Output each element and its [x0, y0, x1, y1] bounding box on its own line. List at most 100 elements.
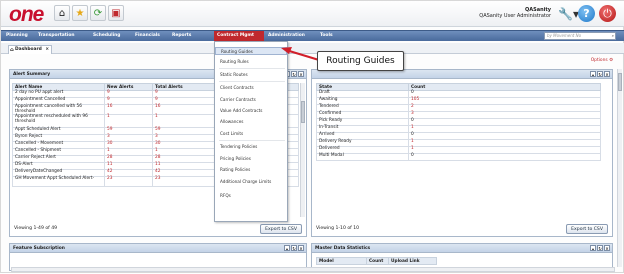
scrollbar-thumb[interactable] — [618, 73, 622, 91]
close-icon[interactable]: × — [604, 71, 610, 77]
horizontal-scrollbar[interactable] — [11, 267, 615, 272]
search-icon[interactable]: ⌕ — [612, 33, 614, 39]
tab-dashboard-label: Dashboard — [15, 47, 42, 52]
portlet-title: Alert Summary — [13, 72, 51, 77]
main-menu-bar: Planning Transportation Scheduling Finan… — [1, 30, 624, 41]
settings-wrench-icon[interactable]: 🔧▾ — [558, 7, 579, 21]
table-header-row: State Count — [316, 83, 601, 91]
help-icon[interactable]: ? — [578, 5, 595, 22]
portlet-header: Feature Subscription ▴ ↻ × — [10, 244, 306, 253]
menu-separator — [219, 68, 285, 69]
menu-reports[interactable]: Reports — [169, 31, 194, 41]
menu-administration[interactable]: Administration — [265, 31, 308, 41]
table-row[interactable]: Multi Modal 0 — [316, 153, 601, 161]
dropdown-item-rating-policies[interactable]: Rating Policies — [215, 166, 287, 174]
close-icon[interactable]: × — [298, 245, 304, 251]
dropdown-item-allowances[interactable]: Allowances — [215, 118, 287, 126]
refresh-icon[interactable]: ↻ — [597, 245, 603, 251]
dropdown-item-pricing-policies[interactable]: Pricing Policies — [215, 155, 287, 163]
refresh-icon[interactable]: ↻ — [597, 71, 603, 77]
menu-contract-mgmt[interactable]: Contract Mgmt — [214, 31, 264, 41]
dropdown-item-carrier-contracts[interactable]: Carrier Contracts — [215, 96, 287, 104]
collapse-icon[interactable]: ▴ — [590, 71, 596, 77]
close-tab-icon[interactable]: × — [45, 47, 49, 52]
export-to-csv-button[interactable]: Export to CSV — [566, 224, 608, 234]
portlet-header: Master Data Statistics ▴ ↻ × — [312, 244, 612, 253]
page-scrollbar[interactable] — [617, 69, 622, 267]
menu-transportation[interactable]: Transportation — [35, 31, 78, 41]
menu-financials[interactable]: Financials — [132, 31, 163, 41]
portlet-controls: ▴ ↻ × — [590, 245, 610, 251]
brand-logo[interactable]: one — [9, 3, 44, 27]
menu-scheduling[interactable]: Scheduling — [90, 31, 123, 41]
table-row[interactable]: Delivered 1 — [316, 146, 601, 154]
column-header[interactable]: Upload Link — [388, 257, 437, 265]
table-row[interactable]: Tendered 2 — [316, 104, 601, 112]
column-header[interactable]: Count — [366, 257, 389, 265]
new-alerts-cell: 23 — [104, 176, 153, 188]
table-row[interactable]: Pick Ready 0 — [316, 118, 601, 126]
dropdown-item-tendering-policies[interactable]: Tendering Policies — [215, 143, 287, 151]
options-gear-icon[interactable]: ⚙ — [609, 58, 613, 63]
portlet-footer: Viewing 1-49 of 49 Export to CSV — [10, 222, 306, 236]
routing-guides-callout: Routing Guides — [317, 51, 404, 71]
count-cell: 1 — [408, 125, 601, 133]
count-cell: 1 — [408, 139, 601, 147]
close-icon[interactable]: × — [298, 71, 304, 77]
count-cell: 0 — [408, 90, 601, 98]
collapse-icon[interactable]: ▴ — [590, 245, 596, 251]
refresh-icon[interactable]: ↻ — [291, 71, 297, 77]
dropdown-item-static-routes[interactable]: Static Routes — [215, 71, 287, 79]
dropdown-item-routing-guides[interactable]: Routing Guides — [215, 47, 287, 55]
viewing-count: Viewing 1-10 of 10 — [316, 226, 360, 231]
new-alerts-cell: 59 — [104, 127, 153, 136]
options-link[interactable]: Options ⚙ — [591, 58, 613, 63]
dropdown-item-additional-charge-limits[interactable]: Additional Charge Limits — [215, 178, 287, 186]
count-cell: 0 — [408, 132, 601, 140]
new-alerts-cell: 9 — [104, 90, 153, 98]
close-icon[interactable]: × — [604, 245, 610, 251]
new-alerts-cell: 30 — [104, 141, 153, 150]
export-to-csv-button[interactable]: Export to CSV — [260, 224, 302, 234]
column-header[interactable]: Model — [316, 257, 367, 265]
table-row[interactable]: Confirmed 3 — [316, 111, 601, 119]
table-row[interactable]: Draft 0 — [316, 90, 601, 98]
tab-dashboard[interactable]: ⌂ Dashboard × — [8, 45, 52, 54]
column-header[interactable]: State — [316, 83, 409, 91]
portlet-title: Feature Subscription — [13, 246, 65, 251]
contract-mgmt-dropdown: Routing Guides Routing Rules Static Routes… — [214, 41, 288, 222]
movement-search-input[interactable]: by Movement No ⌕ — [544, 32, 616, 40]
refresh-icon[interactable]: ⟳ — [90, 5, 106, 21]
alert-name-cell: Appointment rescheduled with 96 threshol… — [12, 114, 105, 129]
table-row[interactable]: Awaiting 105 — [316, 97, 601, 105]
dropdown-item-routing-rules[interactable]: Routing Rules — [215, 58, 287, 66]
state-summary-portlet: ▴ ↻ × State Count Draft 0 Awaiting 105 Tende… — [311, 69, 613, 237]
favorites-star-icon[interactable]: ★ — [72, 5, 88, 21]
refresh-icon[interactable]: ↻ — [291, 245, 297, 251]
home-icon[interactable]: ⌂ — [54, 5, 70, 21]
alert-name-cell: GH Movement Appt Scheduled Alert- — [12, 176, 105, 188]
logout-power-icon[interactable]: ⏻ — [599, 5, 616, 22]
state-cell: Multi Modal — [316, 153, 409, 161]
collapse-icon[interactable]: ▴ — [284, 245, 290, 251]
notifications-icon[interactable]: ▣ — [108, 5, 124, 21]
options-label: Options — [590, 58, 608, 63]
portlet-title: Master Data Statistics — [315, 246, 371, 251]
app-window: one ⌂ ★ ⟳ ▣ QASanity QASanity User Admin… — [0, 0, 624, 273]
dropdown-item-client-contracts[interactable]: Client Contracts — [215, 84, 287, 92]
count-cell: 3 — [408, 111, 601, 119]
dropdown-item-cost-limits[interactable]: Cost Limits — [215, 130, 287, 138]
menu-planning[interactable]: Planning — [3, 31, 31, 41]
dropdown-item-rfqs[interactable]: RFQs — [215, 192, 287, 200]
dropdown-item-value-add-contracts[interactable]: Value Add Contracts — [215, 107, 287, 115]
table-row[interactable]: In-Transit 1 — [316, 125, 601, 133]
alert-table-scrollbar[interactable] — [300, 83, 305, 217]
scrollbar-thumb[interactable] — [301, 101, 305, 123]
quick-toolbar: ⌂ ★ ⟳ ▣ — [54, 5, 124, 21]
menu-tools[interactable]: Tools — [317, 31, 336, 41]
column-header[interactable]: New Alerts — [104, 83, 153, 91]
count-cell: 1 — [408, 146, 601, 154]
table-row[interactable]: Arrived 0 — [316, 132, 601, 140]
table-row[interactable]: Delivery Ready 1 — [316, 139, 601, 147]
column-header[interactable]: Count — [408, 83, 601, 91]
